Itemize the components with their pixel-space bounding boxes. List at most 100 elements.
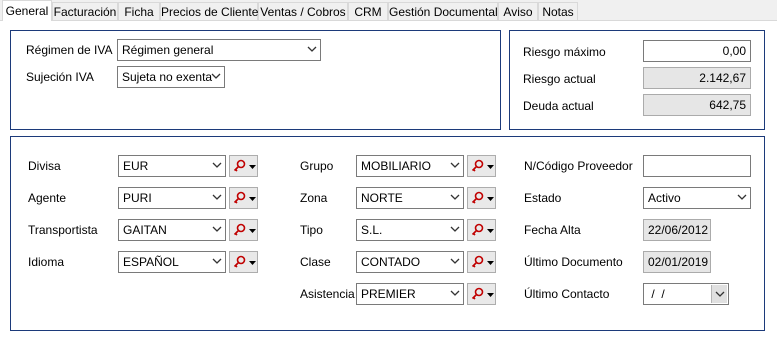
riesgo-maximo-value: 0,00	[722, 44, 746, 58]
asistencia-select[interactable]: PREMIER	[356, 283, 464, 305]
sujecion-iva-label: Sujeción IVA	[26, 70, 94, 84]
riesgo-maximo-input[interactable]: 0,00	[643, 40, 751, 62]
proveedor-input[interactable]	[643, 155, 751, 177]
deuda-actual-label: Deuda actual	[523, 99, 594, 113]
chevron-down-icon	[450, 258, 460, 264]
ultimo-contacto-label: Último Contacto	[524, 287, 610, 301]
fecha-alta-field: 22/06/2012	[643, 219, 711, 241]
sujecion-iva-select[interactable]: Sujeta no exenta	[117, 66, 225, 88]
deuda-actual-value: 642,75	[709, 98, 746, 112]
estado-select[interactable]: Activo	[643, 187, 751, 209]
asistencia-value: PREMIER	[361, 287, 416, 301]
clase-lookup-button[interactable]	[467, 251, 496, 273]
key-search-icon	[471, 287, 484, 300]
idioma-lookup-button[interactable]	[229, 251, 258, 273]
chevron-down-icon	[450, 162, 460, 168]
grupo-select[interactable]: MOBILIARIO	[356, 155, 464, 177]
chevron-down-icon	[450, 290, 460, 296]
asistencia-label: Asistencia	[300, 287, 355, 301]
tab-gestion-documental[interactable]: Gestión Documental	[388, 2, 498, 20]
tab-facturacion[interactable]: Facturación	[52, 2, 118, 20]
ultimo-contacto-value: / /	[648, 287, 665, 301]
transportista-label: Transportista	[28, 223, 98, 237]
ultimo-documento-field: 02/01/2019	[643, 251, 711, 273]
riesgo-maximo-label: Riesgo máximo	[523, 45, 606, 59]
riesgo-panel: Riesgo máximo 0,00 Riesgo actual 2.142,6…	[509, 30, 765, 130]
riesgo-actual-field: 2.142,67	[643, 67, 751, 89]
dropdown-triangle-icon	[487, 197, 494, 201]
deuda-actual-field: 642,75	[643, 94, 751, 116]
tab-general[interactable]: General	[2, 0, 52, 21]
tab-aviso[interactable]: Aviso	[498, 2, 538, 20]
datos-panel: Divisa EUR Agente PURI Transportista GAI…	[10, 136, 765, 331]
chevron-down-icon	[212, 226, 222, 232]
key-search-icon	[471, 223, 484, 236]
tipo-select[interactable]: S.L.	[356, 219, 464, 241]
regimen-iva-label: Régimen de IVA	[26, 43, 113, 57]
grupo-value: MOBILIARIO	[361, 159, 432, 173]
idioma-select[interactable]: ESPAÑOL	[118, 251, 226, 273]
dropdown-triangle-icon	[249, 165, 256, 169]
zona-select[interactable]: NORTE	[356, 187, 464, 209]
chevron-down-icon	[212, 258, 222, 264]
chevron-down-icon	[212, 194, 222, 200]
zona-label: Zona	[300, 191, 328, 205]
chevron-down-icon	[307, 46, 317, 52]
key-search-icon	[471, 255, 484, 268]
divisa-value: EUR	[123, 159, 149, 173]
dropdown-triangle-icon	[487, 293, 494, 297]
tab-content-general: Régimen de IVA Régimen general Sujeción …	[0, 21, 777, 342]
idioma-value: ESPAÑOL	[123, 255, 179, 269]
grupo-lookup-button[interactable]	[467, 155, 496, 177]
tab-crm[interactable]: CRM	[348, 2, 388, 20]
estado-value: Activo	[648, 191, 681, 205]
fecha-alta-label: Fecha Alta	[524, 223, 581, 237]
zona-lookup-button[interactable]	[467, 187, 496, 209]
tab-precios-cliente[interactable]: Precios de Cliente	[160, 2, 258, 20]
fecha-alta-value: 22/06/2012	[648, 223, 709, 237]
zona-value: NORTE	[361, 191, 403, 205]
agente-select[interactable]: PURI	[118, 187, 226, 209]
dropdown-triangle-icon	[487, 261, 494, 265]
agente-label: Agente	[28, 191, 67, 205]
transportista-value: GAITAN	[123, 223, 167, 237]
agente-lookup-button[interactable]	[229, 187, 258, 209]
divisa-label: Divisa	[28, 159, 61, 173]
proveedor-label: N/Código Proveedor	[524, 159, 633, 173]
tipo-lookup-button[interactable]	[467, 219, 496, 241]
divisa-lookup-button[interactable]	[229, 155, 258, 177]
idioma-label: Idioma	[28, 255, 65, 269]
chevron-down-icon	[450, 226, 460, 232]
chevron-down-icon	[450, 194, 460, 200]
chevron-down-icon	[715, 291, 725, 297]
regimen-iva-value: Régimen general	[122, 43, 214, 57]
dropdown-triangle-icon	[249, 261, 256, 265]
riesgo-actual-value: 2.142,67	[699, 71, 746, 85]
regimen-iva-select[interactable]: Régimen general	[117, 39, 321, 61]
tab-notas[interactable]: Notas	[538, 2, 578, 20]
tab-ventas-cobros[interactable]: Ventas / Cobros	[258, 2, 348, 20]
key-search-icon	[471, 159, 484, 172]
key-search-icon	[471, 191, 484, 204]
transportista-select[interactable]: GAITAN	[118, 219, 226, 241]
dropdown-triangle-icon	[487, 165, 494, 169]
sujecion-iva-value: Sujeta no exenta	[122, 70, 213, 84]
divisa-select[interactable]: EUR	[118, 155, 226, 177]
date-dropdown-button[interactable]	[711, 285, 727, 303]
ultimo-documento-value: 02/01/2019	[648, 255, 709, 269]
chevron-down-icon	[211, 73, 221, 79]
key-search-icon	[233, 255, 246, 268]
key-search-icon	[233, 223, 246, 236]
ultimo-documento-label: Último Documento	[524, 255, 623, 269]
dropdown-triangle-icon	[487, 229, 494, 233]
key-search-icon	[233, 191, 246, 204]
transportista-lookup-button[interactable]	[229, 219, 258, 241]
chevron-down-icon	[212, 162, 222, 168]
dropdown-triangle-icon	[249, 197, 256, 201]
asistencia-lookup-button[interactable]	[467, 283, 496, 305]
tab-ficha[interactable]: Ficha	[118, 2, 160, 20]
clase-select[interactable]: CONTADO	[356, 251, 464, 273]
ultimo-contacto-date-picker[interactable]: / /	[643, 283, 729, 305]
grupo-label: Grupo	[300, 159, 334, 173]
tipo-label: Tipo	[300, 223, 323, 237]
